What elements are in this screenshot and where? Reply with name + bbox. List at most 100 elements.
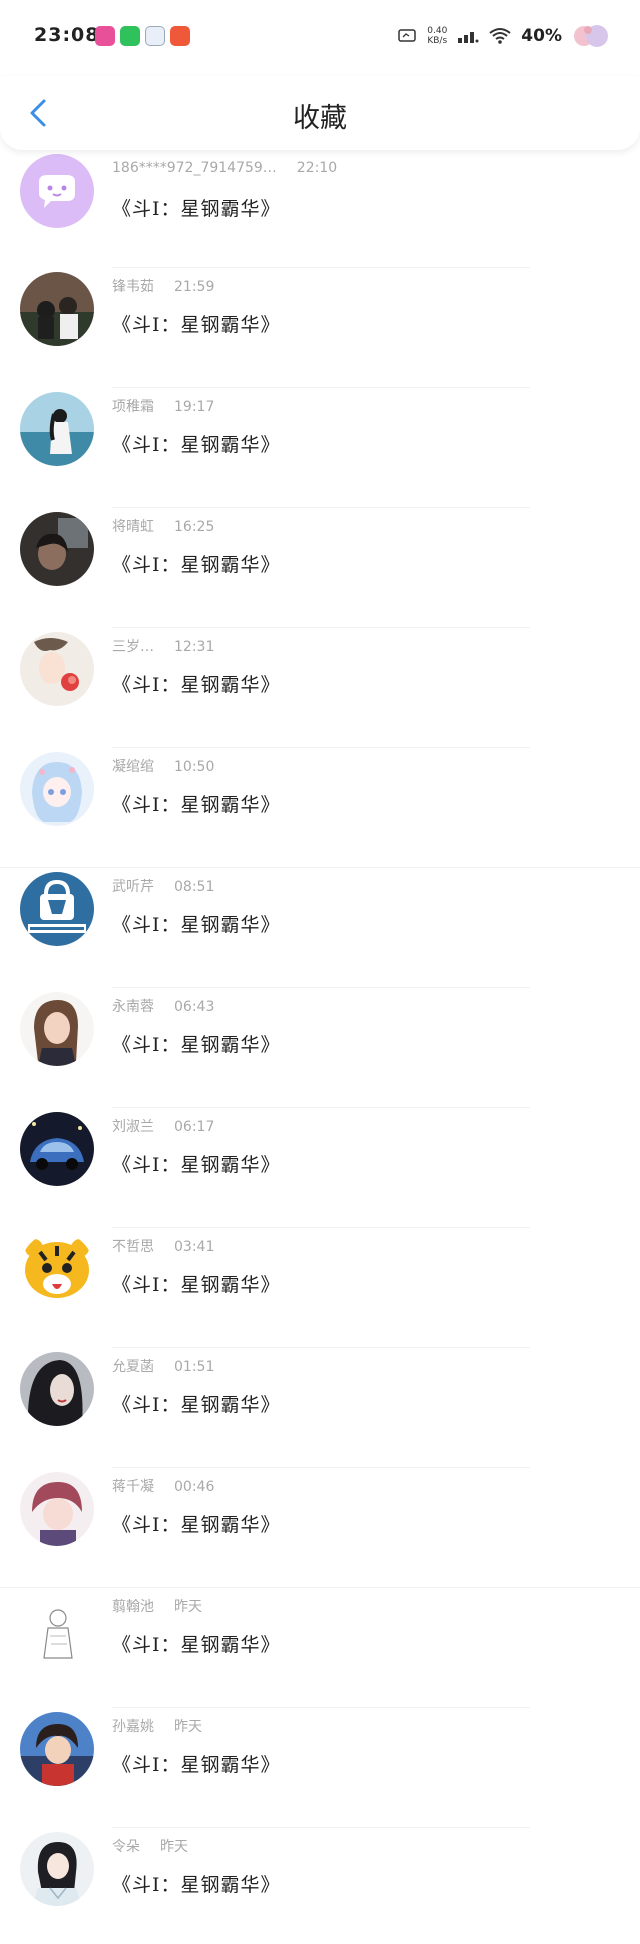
item-message: 《斗I：星钢霸华》: [112, 794, 281, 816]
dark-hair-girl: [20, 1352, 94, 1426]
signal-icon: [458, 32, 479, 43]
item-meta: 不哲思 03:41: [112, 1236, 214, 1256]
list-item[interactable]: 锋韦茹 21:59 《斗I：星钢霸华》: [0, 268, 640, 388]
item-meta: 永南蓉 06:43: [112, 996, 214, 1016]
user-name: 孙嘉姚: [112, 1719, 154, 1735]
baidu-icon: [145, 26, 165, 46]
anime-girl-blue: [20, 752, 94, 826]
user-name: 项稚霜: [112, 399, 154, 415]
item-message: 《斗I：星钢霸华》: [112, 1274, 281, 1296]
avatar[interactable]: [20, 872, 94, 946]
user-name: 锋韦茹: [112, 279, 154, 295]
hanfu-girl: [20, 1832, 94, 1906]
item-message: 《斗I：星钢霸华》: [112, 554, 281, 576]
avatar[interactable]: [20, 1712, 94, 1786]
anime-warrior: [20, 1712, 94, 1786]
item-meta: 将晴虹 16:25: [112, 516, 214, 536]
list-item[interactable]: 令朵 昨天 《斗I：星钢霸华》: [0, 1828, 640, 1944]
list-item[interactable]: 三岁… 12:31 《斗I：星钢霸华》: [0, 628, 640, 748]
header-bar: 收藏: [0, 76, 640, 150]
list-item[interactable]: 孙嘉姚 昨天 《斗I：星钢霸华》: [0, 1708, 640, 1828]
item-time: 01:51: [174, 1359, 215, 1375]
avatar[interactable]: [20, 752, 94, 826]
list-item[interactable]: 翦翰池 昨天 《斗I：星钢霸华》: [0, 1588, 640, 1708]
item-meta: 凝绾绾 10:50: [112, 756, 214, 776]
item-meta: 锋韦茹 21:59: [112, 276, 214, 296]
wechat-icon: [120, 26, 140, 46]
item-message: 《斗I：星钢霸华》: [112, 1034, 281, 1056]
item-message: 《斗I：星钢霸华》: [112, 1874, 281, 1896]
avatar[interactable]: [20, 392, 94, 466]
list-item[interactable]: 蒋千凝 00:46 《斗I：星钢霸华》: [0, 1468, 640, 1588]
avatar[interactable]: [20, 1232, 94, 1306]
item-time: 22:10: [296, 160, 338, 176]
girl-by-sea: [20, 392, 94, 466]
list-item[interactable]: 186****972_7914759… 22:10 《斗I：星钢霸华》: [0, 154, 640, 268]
list-item[interactable]: 不哲思 03:41 《斗I：星钢霸华》: [0, 1228, 640, 1348]
avatar[interactable]: [20, 154, 94, 228]
notification-icons: [95, 26, 190, 46]
item-message: 《斗I：星钢霸华》: [112, 434, 281, 456]
item-meta: 武听芹 08:51: [112, 876, 214, 896]
avatar[interactable]: [20, 512, 94, 586]
item-time: 10:50: [174, 759, 215, 775]
avatar[interactable]: [20, 1592, 94, 1666]
item-message: 《斗I：星钢霸华》: [112, 1634, 281, 1656]
user-name: 186****972_7914759…: [112, 160, 277, 176]
blue-car: [20, 1112, 94, 1186]
avatar[interactable]: [20, 1112, 94, 1186]
item-time: 16:25: [174, 519, 215, 535]
item-meta: 项稚霜 19:17: [112, 396, 214, 416]
battery-level: 40%: [521, 26, 562, 46]
bullocked-logo: [20, 872, 94, 946]
app-notification-icon: [95, 26, 115, 46]
user-name: 翦翰池: [112, 1599, 154, 1615]
avatar[interactable]: [20, 632, 94, 706]
item-time: 06:43: [174, 999, 215, 1015]
user-name: 不哲思: [112, 1239, 154, 1255]
item-message: 《斗I：星钢霸华》: [112, 1394, 281, 1416]
item-time: 00:46: [174, 1479, 215, 1495]
user-name: 令朵: [112, 1839, 140, 1855]
list-item[interactable]: 项稚霜 19:17 《斗I：星钢霸华》: [0, 388, 640, 508]
item-time: 昨天: [160, 1839, 188, 1855]
item-message: 《斗I：星钢霸华》: [112, 1514, 281, 1536]
screen-icon: [398, 29, 416, 42]
network-speed: 0.40 KB/s: [427, 26, 448, 46]
item-meta: 186****972_7914759… 22:10: [112, 160, 337, 176]
item-meta: 三岁… 12:31: [112, 636, 214, 656]
item-meta: 翦翰池 昨天: [112, 1596, 202, 1616]
item-meta: 蒋千凝 00:46: [112, 1476, 214, 1496]
user-name: 凝绾绾: [112, 759, 154, 775]
avatar[interactable]: [20, 1832, 94, 1906]
item-message: 《斗I：星钢霸华》: [112, 1154, 281, 1176]
status-bar: 23:08 0.40 KB/s 40%: [0, 0, 640, 76]
avatar[interactable]: [20, 992, 94, 1066]
list-item[interactable]: 将晴虹 16:25 《斗I：星钢霸华》: [0, 508, 640, 628]
app-notification-icon: [170, 26, 190, 46]
list-item[interactable]: 刘淑兰 06:17 《斗I：星钢霸华》: [0, 1108, 640, 1228]
line-sketch: [20, 1592, 94, 1666]
favorites-list: 186****972_7914759… 22:10 《斗I：星钢霸华》 锋韦茹 21…: [0, 154, 640, 1944]
avatar[interactable]: [20, 272, 94, 346]
list-item[interactable]: 凝绾绾 10:50 《斗I：星钢霸华》: [0, 748, 640, 868]
item-time: 08:51: [174, 879, 215, 895]
anime-red-hair: [20, 1472, 94, 1546]
avatar[interactable]: [20, 1472, 94, 1546]
user-name: 刘淑兰: [112, 1119, 154, 1135]
list-item[interactable]: 永南蓉 06:43 《斗I：星钢霸华》: [0, 988, 640, 1108]
status-time: 23:08: [34, 24, 100, 46]
user-name: 三岁…: [112, 639, 154, 655]
list-item[interactable]: 允夏菡 01:51 《斗I：星钢霸华》: [0, 1348, 640, 1468]
paw-icon: [574, 25, 608, 47]
item-time: 昨天: [174, 1719, 202, 1735]
list-item[interactable]: 武听芹 08:51 《斗I：星钢霸华》: [0, 868, 640, 988]
item-message: 《斗I：星钢霸华》: [112, 1754, 281, 1776]
avatar[interactable]: [20, 1352, 94, 1426]
item-meta: 令朵 昨天: [112, 1836, 188, 1856]
user-name: 允夏菡: [112, 1359, 154, 1375]
item-time: 12:31: [174, 639, 215, 655]
item-meta: 刘淑兰 06:17: [112, 1116, 214, 1136]
purple-chat-icon: [20, 154, 94, 228]
item-message: 《斗I：星钢霸华》: [112, 674, 281, 696]
